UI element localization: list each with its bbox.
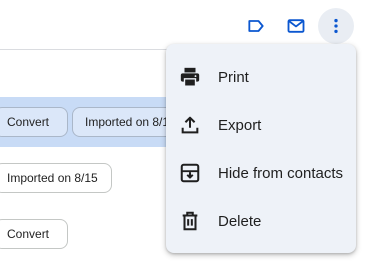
mail-icon[interactable] (278, 8, 314, 44)
menu-item-label: Print (218, 68, 249, 86)
print-icon (178, 65, 202, 89)
convert-chip[interactable]: Convert (0, 107, 68, 137)
more-vert-icon[interactable] (318, 8, 354, 44)
label-icon[interactable] (238, 8, 274, 44)
menu-item-delete[interactable]: Delete (166, 197, 356, 245)
menu-item-label: Export (218, 116, 262, 134)
menu-item-label: Hide from contacts (218, 164, 344, 182)
trash-icon (178, 209, 202, 233)
menu-item-print[interactable]: Print (166, 53, 356, 101)
menu-item-export[interactable]: Export (166, 101, 356, 149)
header-divider (0, 49, 170, 50)
convert-chip[interactable]: Convert (0, 219, 68, 249)
export-icon (178, 113, 202, 137)
imported-chip[interactable]: Imported on 8/15 (0, 163, 112, 193)
archive-icon (178, 161, 202, 185)
more-actions-menu: Print Export Hide from contacts Delete (166, 44, 356, 253)
menu-item-label: Delete (218, 212, 262, 230)
menu-item-hide-from-contacts[interactable]: Hide from contacts (166, 149, 356, 197)
